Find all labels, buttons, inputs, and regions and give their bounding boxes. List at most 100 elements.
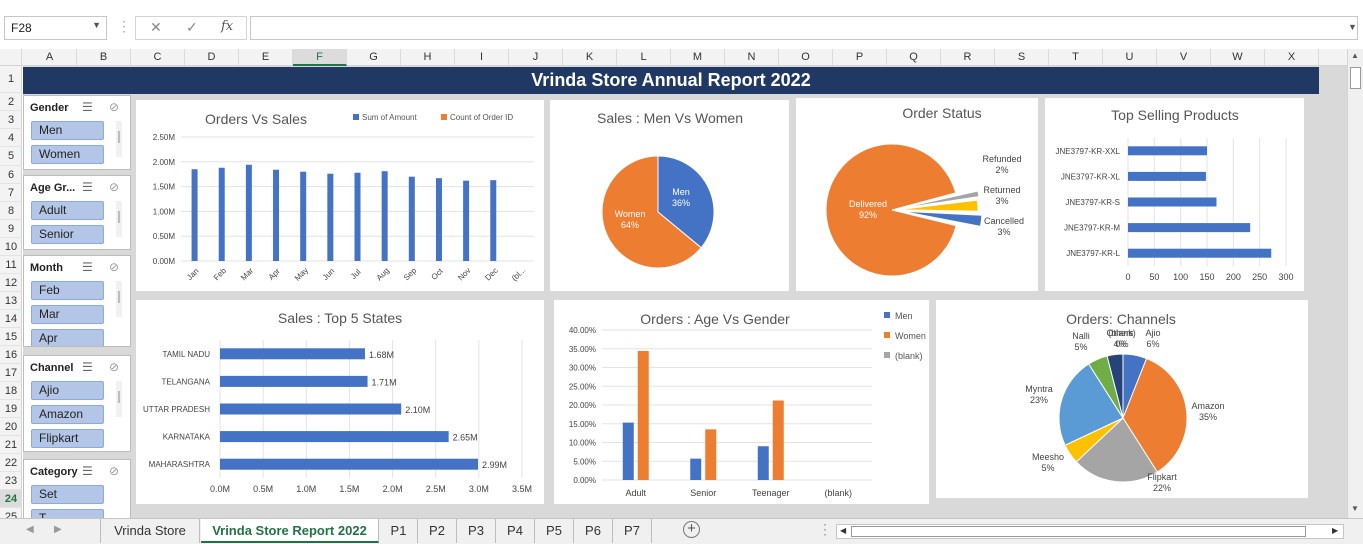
row-header-23[interactable]: 23: [0, 472, 22, 490]
slicer-item-mar[interactable]: Mar: [31, 305, 104, 324]
column-header-r[interactable]: R: [941, 49, 995, 66]
column-header-i[interactable]: I: [455, 49, 509, 66]
drag-handle-icon[interactable]: ⋮: [117, 18, 131, 35]
slicer-gender[interactable]: Gender ☰ ⊘ Men Women: [23, 95, 131, 170]
column-header-k[interactable]: K: [563, 49, 617, 66]
column-header-a[interactable]: A: [23, 49, 77, 66]
multi-select-icon[interactable]: ☰: [82, 100, 93, 114]
tab-p5[interactable]: P5: [535, 519, 574, 543]
tab-p2[interactable]: P2: [418, 519, 457, 543]
scroll-left-icon[interactable]: ◀: [840, 526, 846, 535]
slicer-scrollbar[interactable]: [116, 381, 122, 417]
slicer-item-flipkart[interactable]: Flipkart: [31, 429, 104, 448]
prev-sheet-icon[interactable]: ◀: [26, 524, 34, 535]
column-header-q[interactable]: Q: [887, 49, 941, 66]
slicer-scrollbar[interactable]: [116, 121, 122, 157]
scroll-down-icon[interactable]: ▼: [1351, 504, 1359, 513]
multi-select-icon[interactable]: ☰: [82, 360, 93, 374]
row-header-14[interactable]: 14: [0, 310, 22, 328]
slicer-item-men[interactable]: Men: [31, 121, 104, 140]
chart-sales-men-vs-women[interactable]: Sales : Men Vs Women Men 36% Women 64%: [550, 100, 789, 291]
horizontal-scrollbar[interactable]: ◀ ▶: [836, 524, 1344, 539]
chart-top-selling-products[interactable]: Top Selling Products 0 50 100 150 200 250 300 JN…: [1045, 98, 1304, 291]
clear-filter-icon[interactable]: ⊘: [109, 100, 119, 114]
column-header-b[interactable]: B: [77, 49, 131, 66]
column-header-n[interactable]: N: [725, 49, 779, 66]
chart-orders-vs-sales[interactable]: Orders Vs Sales Sum of Amount Count of Ord…: [136, 100, 544, 291]
row-header-20[interactable]: 20: [0, 418, 22, 436]
row-header-13[interactable]: 13: [0, 292, 22, 310]
row-header-3[interactable]: 3: [0, 111, 22, 129]
tab-p6[interactable]: P6: [574, 519, 613, 543]
slicer-category[interactable]: Category ☰ ⊘ Set T...: [23, 459, 131, 518]
add-sheet-icon[interactable]: +: [683, 521, 700, 538]
chart-sales-top-5-states[interactable]: Sales : Top 5 States 0.0M 0.5M 1.0M 1.5M 2.0M…: [136, 300, 544, 504]
row-header-11[interactable]: 11: [0, 256, 22, 274]
slicer-item-apr[interactable]: Apr: [31, 329, 104, 346]
clear-filter-icon[interactable]: ⊘: [109, 360, 119, 374]
slicer-item-senior[interactable]: Senior: [31, 225, 104, 244]
column-header-u[interactable]: U: [1103, 49, 1157, 66]
name-box[interactable]: F28 ▼: [4, 16, 107, 40]
column-header-x[interactable]: X: [1265, 49, 1319, 66]
slicer-month[interactable]: Month ☰ ⊘ Feb Mar Apr: [23, 255, 131, 347]
column-header-o[interactable]: O: [779, 49, 833, 66]
column-header-w[interactable]: W: [1211, 49, 1265, 66]
column-header-j[interactable]: J: [509, 49, 563, 66]
scroll-thumb[interactable]: [1350, 67, 1361, 89]
column-header-c[interactable]: C: [131, 49, 185, 66]
vertical-scrollbar[interactable]: ▲ ▼: [1347, 49, 1363, 518]
row-header-22[interactable]: 22: [0, 454, 22, 472]
enter-icon[interactable]: ✓: [186, 19, 198, 36]
clear-filter-icon[interactable]: ⊘: [109, 180, 119, 194]
clear-filter-icon[interactable]: ⊘: [109, 464, 119, 478]
slicer-item-feb[interactable]: Feb: [31, 281, 104, 300]
column-header-d[interactable]: D: [185, 49, 239, 66]
insert-function-icon[interactable]: fx: [221, 19, 233, 34]
tab-p4[interactable]: P4: [496, 519, 535, 543]
column-header-s[interactable]: S: [995, 49, 1049, 66]
slicer-scrollbar[interactable]: [116, 201, 122, 237]
row-header-6[interactable]: 6: [0, 166, 22, 184]
row-header-4[interactable]: 4: [0, 129, 22, 147]
tab-split-handle-icon[interactable]: ⋮: [818, 521, 832, 538]
clear-filter-icon[interactable]: ⊘: [109, 260, 119, 274]
multi-select-icon[interactable]: ☰: [82, 464, 93, 478]
row-header-5[interactable]: 5: [0, 147, 22, 166]
row-header-19[interactable]: 19: [0, 400, 22, 418]
slicer-item-t[interactable]: T...: [31, 509, 104, 518]
row-header-10[interactable]: 10: [0, 238, 22, 256]
slicer-item-set[interactable]: Set: [31, 485, 104, 504]
tab-vrinda-store-report-2022[interactable]: Vrinda Store Report 2022: [201, 519, 379, 543]
row-header-16[interactable]: 16: [0, 346, 22, 364]
chart-order-status[interactable]: Order Status Delivered 92% Refunded 2% Return…: [796, 98, 1038, 291]
chevron-down-icon[interactable]: ▼: [92, 20, 101, 30]
tab-p7[interactable]: P7: [613, 519, 652, 543]
tab-p3[interactable]: P3: [457, 519, 496, 543]
column-header-t[interactable]: T: [1049, 49, 1103, 66]
row-header-21[interactable]: 21: [0, 436, 22, 454]
row-header-17[interactable]: 17: [0, 364, 22, 382]
row-header-18[interactable]: 18: [0, 382, 22, 400]
slicer-age-group[interactable]: Age Gr... ☰ ⊘ Adult Senior: [23, 175, 131, 250]
row-header-15[interactable]: 15: [0, 328, 22, 346]
column-header-f[interactable]: F: [293, 49, 347, 66]
cancel-icon[interactable]: ✕: [150, 19, 162, 36]
column-header-e[interactable]: E: [239, 49, 293, 66]
column-header-p[interactable]: P: [833, 49, 887, 66]
column-header-l[interactable]: L: [617, 49, 671, 66]
next-sheet-icon[interactable]: ▶: [54, 524, 62, 535]
row-header-8[interactable]: 8: [0, 202, 22, 220]
column-header-g[interactable]: G: [347, 49, 401, 66]
slicer-scrollbar[interactable]: [116, 281, 122, 317]
tab-p1[interactable]: P1: [380, 519, 418, 543]
slicer-item-adult[interactable]: Adult: [31, 201, 104, 220]
multi-select-icon[interactable]: ☰: [82, 180, 93, 194]
row-header-9[interactable]: 9: [0, 220, 22, 238]
chart-orders-channels[interactable]: Orders: Channels Ajio 6% Amazon 35% Flipkart 2…: [936, 300, 1308, 498]
slicer-channel[interactable]: Channel ☰ ⊘ Ajio Amazon Flipkart: [23, 355, 131, 452]
row-header-1[interactable]: 1: [0, 66, 22, 93]
formula-input[interactable]: [250, 16, 1358, 40]
tab-vrinda-store[interactable]: Vrinda Store: [100, 519, 200, 543]
row-header-12[interactable]: 12: [0, 274, 22, 292]
